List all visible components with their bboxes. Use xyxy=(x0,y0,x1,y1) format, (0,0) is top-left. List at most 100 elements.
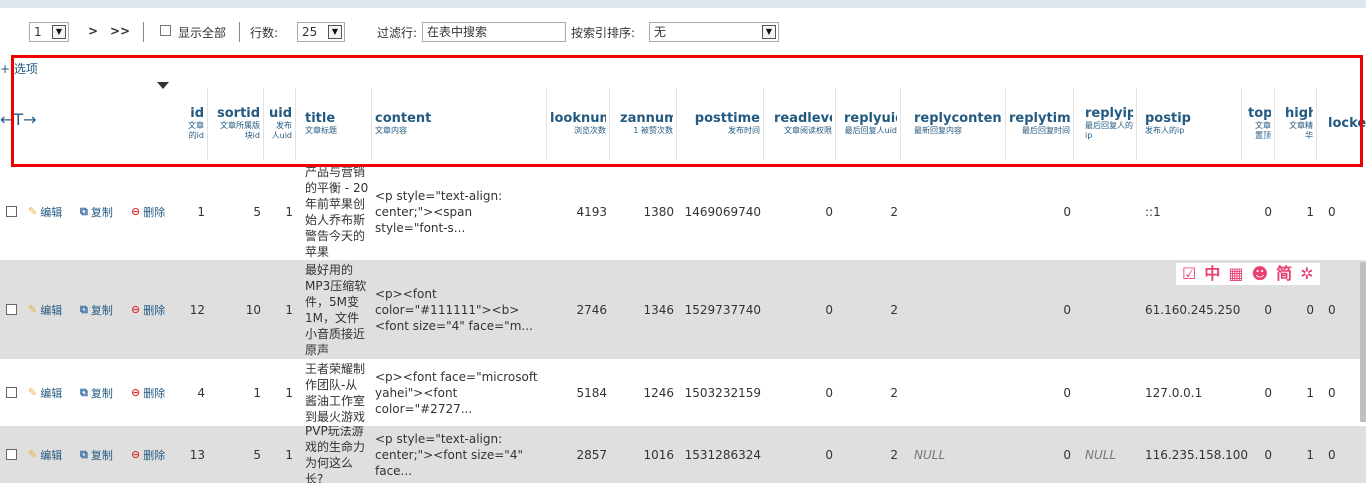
row-checkbox[interactable] xyxy=(6,205,17,217)
cell-looknum[interactable]: 2857 xyxy=(547,426,610,483)
cell-top[interactable]: 0 xyxy=(1245,163,1275,260)
cell-looknum[interactable]: 2746 xyxy=(547,260,610,359)
sort-select[interactable]: 无 ▼ xyxy=(649,22,779,42)
cell-top[interactable]: 0 xyxy=(1245,359,1275,426)
column-header-replycontent[interactable]: replycontent 最新回复内容 xyxy=(911,88,1006,160)
cell-replyip[interactable] xyxy=(1082,359,1137,426)
delete-row-button[interactable]: ⊖ 删除 xyxy=(131,204,165,220)
filter-input[interactable]: 在表中搜索 xyxy=(422,22,566,42)
cell-sortid[interactable]: 5 xyxy=(214,426,264,483)
column-header-readlevel[interactable]: readlevel文章阅读权限 xyxy=(771,88,836,160)
cell-replyuid[interactable]: 2 xyxy=(841,260,901,359)
column-header-postip[interactable]: postip 发布人的ip xyxy=(1142,88,1242,160)
cell-content[interactable]: <p style="text-align: center;"><span sty… xyxy=(372,163,547,260)
row-checkbox[interactable] xyxy=(6,303,17,315)
options-link[interactable]: + 选项 xyxy=(0,60,38,77)
cell-uid[interactable]: 1 xyxy=(266,163,296,260)
delete-row-button[interactable]: ⊖ 删除 xyxy=(131,302,165,318)
cell-title[interactable]: 最好用的MP3压缩软件，5M变1M，文件小音质接近原声 xyxy=(302,260,372,359)
column-header-title[interactable]: title 文章标题 xyxy=(302,88,372,160)
show-all-checkbox[interactable] xyxy=(160,25,171,36)
edit-row-button[interactable]: ✎ 编辑 xyxy=(28,302,62,318)
copy-row-button[interactable]: ⧉ 复制 xyxy=(80,385,113,401)
cell-id[interactable]: 13 xyxy=(180,426,208,483)
cell-id[interactable]: 12 xyxy=(180,260,208,359)
cell-zannum[interactable]: 1380 xyxy=(617,163,677,260)
cell-replyip[interactable]: NULL xyxy=(1082,426,1137,483)
cell-posttime[interactable]: 1531286324 xyxy=(684,426,764,483)
cell-sortid[interactable]: 1 xyxy=(214,359,264,426)
cell-replyuid[interactable]: 2 xyxy=(841,163,901,260)
cell-replytime[interactable]: 0 xyxy=(1006,426,1074,483)
delete-row-button[interactable]: ⊖ 删除 xyxy=(131,385,165,401)
column-header-sortid[interactable]: sortid 文章所属版块id xyxy=(214,88,264,160)
cell-uid[interactable]: 1 xyxy=(266,359,296,426)
copy-row-button[interactable]: ⧉ 复制 xyxy=(80,447,113,463)
ime-button-0[interactable]: ☑ xyxy=(1182,264,1196,284)
page-select[interactable]: 1 ▼ xyxy=(29,22,69,42)
column-header-zannum[interactable]: zannum 1 被赞次数 xyxy=(617,88,677,160)
rows-select[interactable]: 25 ▼ xyxy=(297,22,345,42)
cell-replycontent[interactable]: NULL xyxy=(911,426,1006,483)
next-page-button[interactable]: > xyxy=(88,24,98,38)
ime-button-3[interactable]: ☻ xyxy=(1251,264,1268,284)
cell-uid[interactable]: 1 xyxy=(266,260,296,359)
cell-replycontent[interactable] xyxy=(911,163,1006,260)
cell-replytime[interactable]: 0 xyxy=(1006,359,1074,426)
cell-readlevel[interactable]: 0 xyxy=(771,426,836,483)
cell-readlevel[interactable]: 0 xyxy=(771,260,836,359)
cell-readlevel[interactable]: 0 xyxy=(771,359,836,426)
cell-looknum[interactable]: 4193 xyxy=(547,163,610,260)
cell-high[interactable]: 1 xyxy=(1282,359,1317,426)
cell-looknum[interactable]: 5184 xyxy=(547,359,610,426)
cell-replyip[interactable] xyxy=(1082,260,1137,359)
cell-locked[interactable]: 0 xyxy=(1325,163,1366,260)
column-header-posttime[interactable]: posttime 发布时间 xyxy=(684,88,764,160)
cell-content[interactable]: <p><font color="#111111"><b><font size="… xyxy=(372,260,547,359)
edit-row-button[interactable]: ✎ 编辑 xyxy=(28,204,62,220)
cell-content[interactable]: <p style="text-align: center;"><font siz… xyxy=(372,426,547,483)
ime-button-1[interactable]: 中 xyxy=(1204,264,1220,284)
cell-title[interactable]: 产品与营销的平衡 - 20年前苹果创始人乔布斯警告今天的苹果 xyxy=(302,163,372,260)
column-header-id[interactable]: id 文章的id xyxy=(180,88,208,160)
delete-row-button[interactable]: ⊖ 删除 xyxy=(131,447,165,463)
cell-replyuid[interactable]: 2 xyxy=(841,359,901,426)
cell-locked[interactable]: 0 xyxy=(1325,426,1366,483)
cell-readlevel[interactable]: 0 xyxy=(771,163,836,260)
cell-posttime[interactable]: 1469069740 xyxy=(684,163,764,260)
cell-zannum[interactable]: 1346 xyxy=(617,260,677,359)
edit-row-button[interactable]: ✎ 编辑 xyxy=(28,385,62,401)
row-checkbox[interactable] xyxy=(6,386,17,398)
cell-zannum[interactable]: 1246 xyxy=(617,359,677,426)
cell-high[interactable]: 1 xyxy=(1282,163,1317,260)
cell-replyuid[interactable]: 2 xyxy=(841,426,901,483)
column-header-replytime[interactable]: replytime最后回复时间 xyxy=(1006,88,1074,160)
cell-uid[interactable]: 1 xyxy=(266,426,296,483)
cell-posttime[interactable]: 1503232159 xyxy=(684,359,764,426)
edit-row-button[interactable]: ✎ 编辑 xyxy=(28,447,62,463)
column-header-replyuid[interactable]: replyuid最后回复人uid xyxy=(841,88,901,160)
column-header-high[interactable]: high 文章精华 xyxy=(1282,88,1317,160)
cell-sortid[interactable]: 5 xyxy=(214,163,264,260)
copy-row-button[interactable]: ⧉ 复制 xyxy=(80,204,113,220)
cell-replycontent[interactable] xyxy=(911,260,1006,359)
cell-postip[interactable]: 116.235.158.100 xyxy=(1142,426,1248,483)
cell-title[interactable]: PVP玩法游戏的生命力为何这么长? xyxy=(302,426,372,483)
column-header-looknum[interactable]: looknum浏览次数 xyxy=(547,88,610,160)
column-header-locked[interactable]: locke xyxy=(1325,88,1366,160)
column-header-uid[interactable]: uid 发布人uid xyxy=(266,88,296,160)
cell-zannum[interactable]: 1016 xyxy=(617,426,677,483)
scrollbar[interactable] xyxy=(1360,262,1366,422)
ime-button-4[interactable]: 简 xyxy=(1276,264,1292,284)
cell-top[interactable]: 0 xyxy=(1245,426,1275,483)
cell-high[interactable]: 1 xyxy=(1282,426,1317,483)
cell-posttime[interactable]: 1529737740 xyxy=(684,260,764,359)
ime-button-5[interactable]: ✲ xyxy=(1300,264,1313,284)
cell-sortid[interactable]: 10 xyxy=(214,260,264,359)
cell-postip[interactable]: 127.0.0.1 xyxy=(1142,359,1242,426)
copy-row-button[interactable]: ⧉ 复制 xyxy=(80,302,113,318)
cell-postip[interactable]: ::1 xyxy=(1142,163,1242,260)
column-header-replyip[interactable]: replyip 最后回复人的ip xyxy=(1082,88,1137,160)
cell-replytime[interactable]: 0 xyxy=(1006,163,1074,260)
cell-replytime[interactable]: 0 xyxy=(1006,260,1074,359)
